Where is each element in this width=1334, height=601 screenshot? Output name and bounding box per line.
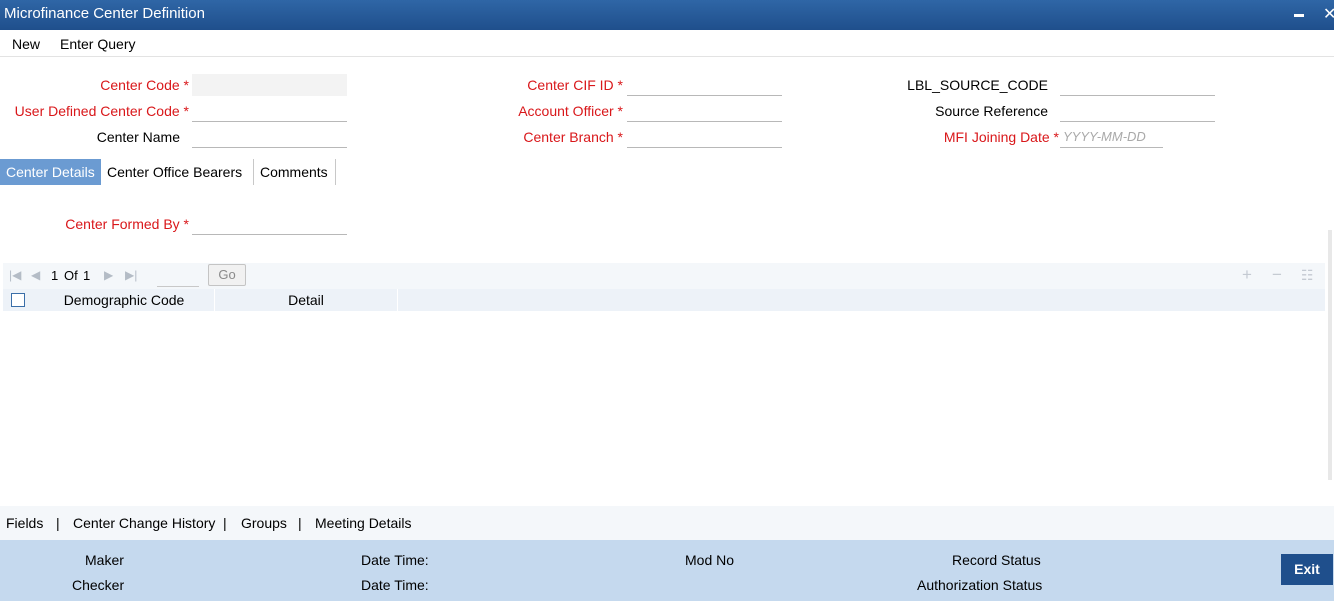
audit-bar: Maker Checker Date Time: Date Time: Mod … xyxy=(0,540,1334,601)
next-page-icon[interactable]: ▶ xyxy=(104,268,113,282)
enter-query-menu-item[interactable]: Enter Query xyxy=(60,36,135,52)
checker-label: Checker xyxy=(72,577,125,593)
add-row-icon[interactable]: + xyxy=(1242,265,1252,285)
vertical-scrollbar[interactable] xyxy=(1326,185,1334,505)
footer-separator: | xyxy=(223,515,227,531)
center-branch-label: Center Branch * xyxy=(523,129,623,145)
center-code-label: Center Code * xyxy=(100,77,189,93)
authorization-status-label: Authorization Status xyxy=(917,577,1043,593)
footer-separator: | xyxy=(298,515,302,531)
user-defined-center-code-label: User Defined Center Code * xyxy=(14,103,189,119)
page-total: 1 xyxy=(83,268,91,283)
source-code-field[interactable] xyxy=(1060,74,1215,96)
scrollbar-thumb[interactable] xyxy=(1328,230,1332,480)
center-cif-id-field[interactable] xyxy=(627,74,782,96)
groups-link[interactable]: Groups xyxy=(241,515,287,531)
center-code-field[interactable] xyxy=(192,74,347,96)
new-menu-item[interactable]: New xyxy=(12,36,40,52)
page-of-label: Of xyxy=(64,268,78,283)
window-titlebar: Microfinance Center Definition ▬ ✕ xyxy=(0,0,1334,30)
center-name-field[interactable] xyxy=(192,126,347,148)
account-officer-label: Account Officer * xyxy=(518,103,623,119)
select-all-checkbox[interactable] xyxy=(11,293,25,307)
window-title: Microfinance Center Definition xyxy=(4,5,205,22)
center-formed-by-label: Center Formed By * xyxy=(65,216,189,232)
tab-center-office-bearers[interactable]: Center Office Bearers xyxy=(101,159,254,185)
checker-date-time-label: Date Time: xyxy=(361,577,429,593)
page-number-input[interactable] xyxy=(157,265,199,287)
delete-row-icon[interactable]: − xyxy=(1272,265,1282,285)
minimize-icon[interactable]: ▬ xyxy=(1294,9,1304,20)
source-reference-label: Source Reference xyxy=(935,103,1048,119)
record-status-label: Record Status xyxy=(952,552,1041,568)
view-row-icon[interactable]: ☷ xyxy=(1301,267,1314,284)
exit-button[interactable]: Exit xyxy=(1281,554,1333,585)
account-officer-field[interactable] xyxy=(627,100,782,122)
center-change-history-link[interactable]: Center Change History xyxy=(73,515,215,531)
footer-separator: | xyxy=(56,515,60,531)
column-header-detail[interactable]: Detail xyxy=(215,289,398,311)
center-formed-by-field[interactable] xyxy=(192,213,347,235)
mfi-joining-date-field[interactable] xyxy=(1060,126,1163,148)
maker-date-time-label: Date Time: xyxy=(361,552,429,568)
grid-header: Demographic Code Detail xyxy=(3,289,1325,311)
first-page-icon[interactable]: |◀ xyxy=(9,268,21,282)
tab-center-details[interactable]: Center Details xyxy=(0,159,101,185)
grid-toolbar: |◀ ◀ 1 Of 1 ▶ ▶| Go + − ☷ xyxy=(3,263,1325,289)
source-reference-field[interactable] xyxy=(1060,100,1215,122)
mfi-joining-date-label: MFI Joining Date * xyxy=(943,129,1059,145)
center-name-label: Center Name xyxy=(96,129,180,145)
tab-comments[interactable]: Comments xyxy=(254,159,336,185)
close-icon[interactable]: ✕ xyxy=(1323,4,1334,24)
last-page-icon[interactable]: ▶| xyxy=(125,268,137,282)
previous-page-icon[interactable]: ◀ xyxy=(31,268,40,282)
center-branch-field[interactable] xyxy=(627,126,782,148)
center-cif-id-label: Center CIF ID * xyxy=(527,77,623,93)
page-current: 1 xyxy=(51,268,59,283)
menu-bar: New Enter Query xyxy=(0,30,1334,57)
user-defined-center-code-field[interactable] xyxy=(192,100,347,122)
source-code-label: LBL_SOURCE_CODE xyxy=(907,77,1048,93)
fields-link[interactable]: Fields xyxy=(6,515,43,531)
mod-no-label: Mod No xyxy=(685,552,735,568)
footer-links-bar: Fields | Center Change History | Groups … xyxy=(0,506,1334,540)
meeting-details-link[interactable]: Meeting Details xyxy=(315,515,412,531)
column-header-demographic-code[interactable]: Demographic Code xyxy=(34,289,215,311)
go-button[interactable]: Go xyxy=(208,264,246,286)
maker-label: Maker xyxy=(85,552,124,568)
